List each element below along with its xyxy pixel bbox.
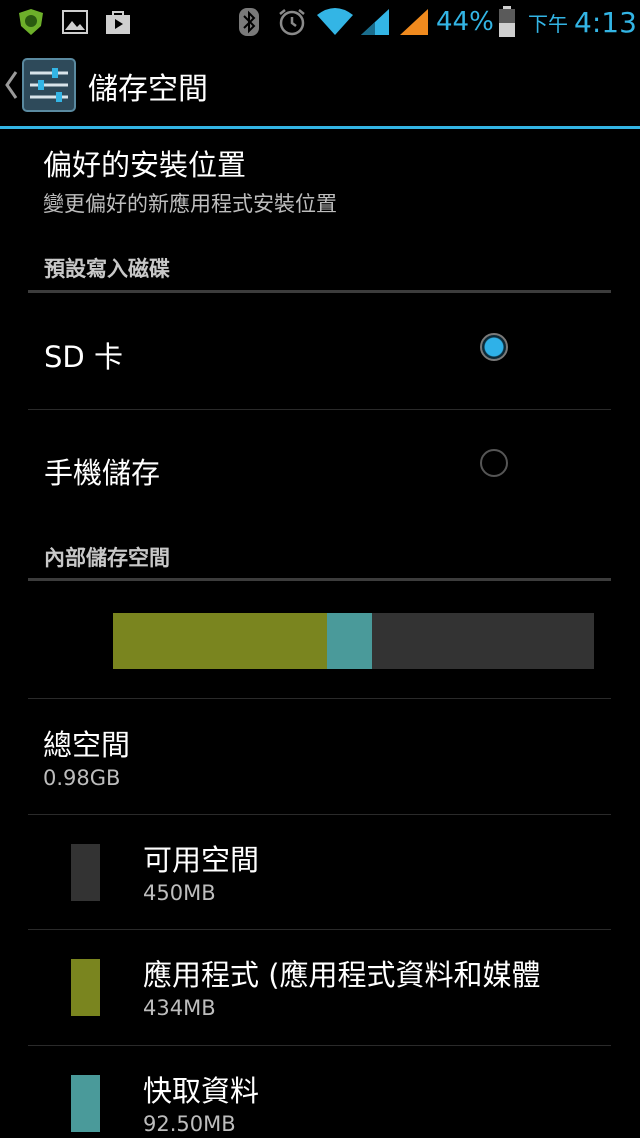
sd-card-radio[interactable]	[480, 333, 508, 361]
internal-storage-header-line	[28, 578, 611, 581]
total-space-item[interactable]: 總空間 0.98GB	[0, 700, 640, 813]
usage-segment-apps	[113, 613, 327, 669]
page-title: 儲存空間	[88, 72, 208, 107]
cache-label: 快取資料	[143, 1074, 260, 1108]
storage-item-free[interactable]: 可用空間 450MB	[0, 815, 640, 929]
storage-usage-bar	[113, 613, 594, 669]
app-shield-icon	[18, 0, 44, 44]
settings-sliders-icon	[22, 58, 76, 112]
wifi-icon	[316, 0, 354, 44]
image-icon	[62, 0, 88, 44]
chevron-left-icon	[5, 71, 18, 99]
usage-segment-free	[372, 613, 594, 669]
free-space-value: 450MB	[143, 881, 216, 905]
apps-swatch	[71, 959, 100, 1016]
signal-icon	[359, 0, 391, 44]
apps-label: 應用程式 (應用程式資料和媒體	[143, 958, 541, 992]
clock-time: 4:13	[574, 5, 637, 39]
battery-percent: 44%	[436, 7, 494, 37]
usage-segment-cache	[326, 613, 373, 669]
bluetooth-icon	[238, 0, 260, 44]
alarm-icon	[277, 0, 307, 44]
preferred-install-title: 偏好的安裝位置	[43, 148, 247, 182]
option-sd-card-label: SD 卡	[44, 340, 123, 374]
phone-storage-radio[interactable]	[480, 449, 508, 477]
default-disk-header: 預設寫入磁碟	[44, 257, 170, 281]
battery-icon	[498, 0, 516, 44]
divider	[28, 698, 611, 699]
internal-storage-header: 內部儲存空間	[44, 546, 170, 570]
default-disk-header-line	[28, 290, 611, 293]
option-phone-storage[interactable]: 手機儲存	[0, 410, 640, 522]
storage-item-apps[interactable]: 應用程式 (應用程式資料和媒體 434MB	[0, 930, 640, 1044]
up-navigation[interactable]	[4, 44, 84, 126]
cache-value: 92.50MB	[143, 1112, 236, 1136]
cache-swatch	[71, 1075, 100, 1132]
time-ampm: 下午	[528, 11, 568, 36]
store-bag-icon	[105, 0, 131, 44]
option-phone-storage-label: 手機儲存	[44, 456, 161, 490]
action-bar-divider	[0, 126, 640, 129]
total-space-value: 0.98GB	[43, 766, 121, 790]
storage-item-cache[interactable]: 快取資料 92.50MB	[0, 1046, 640, 1138]
total-space-title: 總空間	[43, 728, 131, 762]
preferred-install-subtitle: 變更偏好的新應用程式安裝位置	[43, 192, 337, 216]
option-sd-card[interactable]: SD 卡	[0, 294, 640, 408]
preferred-install-location-item[interactable]: 偏好的安裝位置 變更偏好的新應用程式安裝位置	[0, 132, 640, 224]
free-space-label: 可用空間	[143, 843, 260, 877]
apps-value: 434MB	[143, 996, 216, 1020]
free-space-swatch	[71, 844, 100, 901]
status-bar: 44% 下午 4:13	[0, 0, 640, 44]
signal-warning-icon	[398, 0, 430, 44]
